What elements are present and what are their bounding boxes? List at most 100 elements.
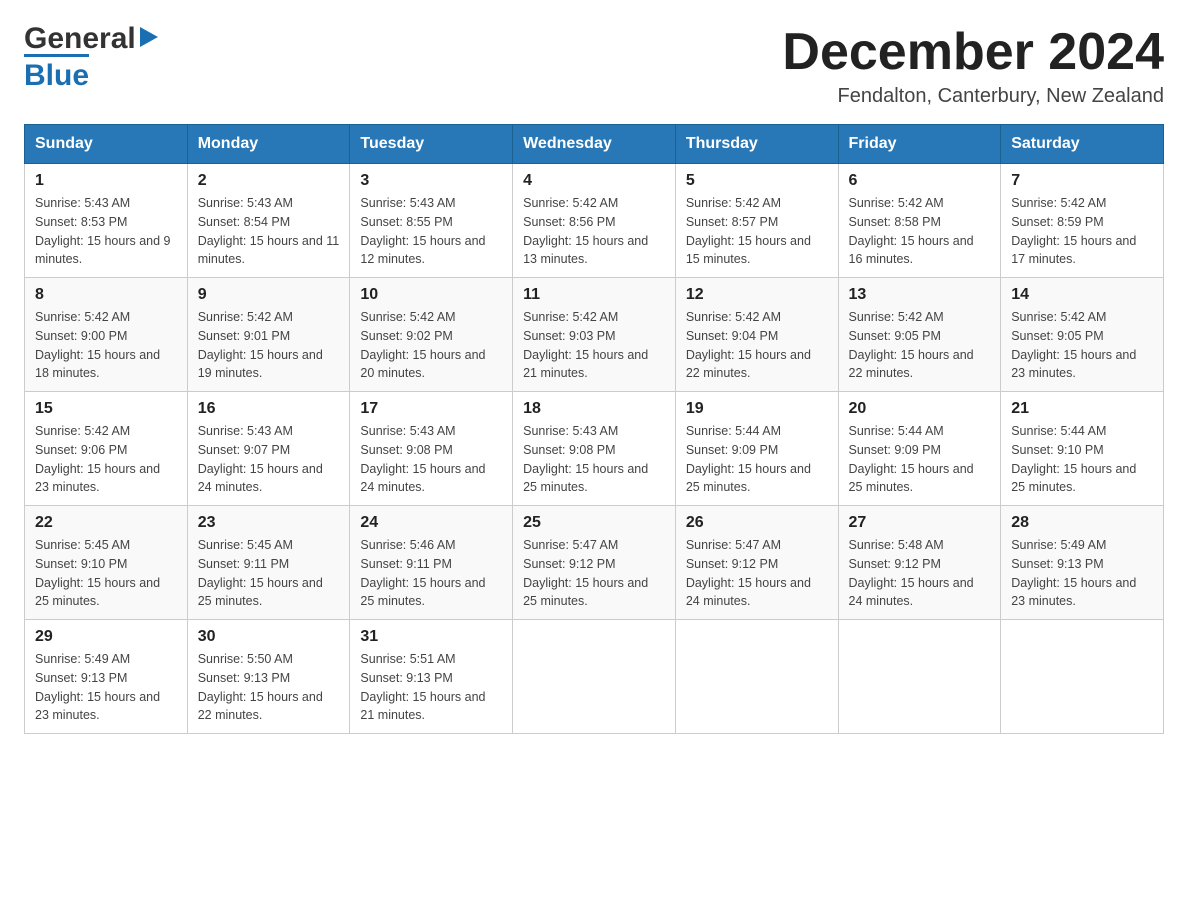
day-cell: 9 Sunrise: 5:42 AM Sunset: 9:01 PM Dayli… [187,278,350,392]
day-cell: 3 Sunrise: 5:43 AM Sunset: 8:55 PM Dayli… [350,164,513,278]
day-number: 18 [523,400,665,418]
day-cell: 17 Sunrise: 5:43 AM Sunset: 9:08 PM Dayl… [350,392,513,506]
day-number: 6 [849,172,991,190]
header-row: Sunday Monday Tuesday Wednesday Thursday… [25,125,1164,164]
day-cell [1001,620,1164,734]
day-cell [513,620,676,734]
day-number: 2 [198,172,340,190]
day-number: 15 [35,400,177,418]
col-tuesday: Tuesday [350,125,513,164]
day-number: 11 [523,286,665,304]
page-header: General Blue December 2024 Fendalton, Ca… [24,24,1164,108]
day-number: 3 [360,172,502,190]
day-cell [838,620,1001,734]
day-number: 19 [686,400,828,418]
week-row-2: 8 Sunrise: 5:42 AM Sunset: 9:00 PM Dayli… [25,278,1164,392]
day-number: 16 [198,400,340,418]
day-number: 23 [198,514,340,532]
col-thursday: Thursday [675,125,838,164]
day-cell: 29 Sunrise: 5:49 AM Sunset: 9:13 PM Dayl… [25,620,188,734]
day-detail: Sunrise: 5:45 AM Sunset: 9:11 PM Dayligh… [198,536,340,611]
logo-general: General [24,24,136,54]
col-friday: Friday [838,125,1001,164]
day-detail: Sunrise: 5:42 AM Sunset: 9:05 PM Dayligh… [849,308,991,383]
day-number: 10 [360,286,502,304]
day-detail: Sunrise: 5:43 AM Sunset: 9:08 PM Dayligh… [360,422,502,497]
day-detail: Sunrise: 5:49 AM Sunset: 9:13 PM Dayligh… [35,650,177,725]
title-block: December 2024 Fendalton, Canterbury, New… [782,24,1164,108]
logo-blue-row: Blue [24,54,89,93]
day-detail: Sunrise: 5:49 AM Sunset: 9:13 PM Dayligh… [1011,536,1153,611]
day-detail: Sunrise: 5:51 AM Sunset: 9:13 PM Dayligh… [360,650,502,725]
logo-arrow-icon [138,23,160,51]
day-cell: 6 Sunrise: 5:42 AM Sunset: 8:58 PM Dayli… [838,164,1001,278]
day-cell: 21 Sunrise: 5:44 AM Sunset: 9:10 PM Dayl… [1001,392,1164,506]
day-detail: Sunrise: 5:42 AM Sunset: 9:04 PM Dayligh… [686,308,828,383]
day-detail: Sunrise: 5:43 AM Sunset: 8:54 PM Dayligh… [198,194,340,269]
day-cell: 22 Sunrise: 5:45 AM Sunset: 9:10 PM Dayl… [25,506,188,620]
day-cell: 25 Sunrise: 5:47 AM Sunset: 9:12 PM Dayl… [513,506,676,620]
location: Fendalton, Canterbury, New Zealand [782,85,1164,108]
day-detail: Sunrise: 5:45 AM Sunset: 9:10 PM Dayligh… [35,536,177,611]
month-title: December 2024 [782,24,1164,81]
day-detail: Sunrise: 5:42 AM Sunset: 8:57 PM Dayligh… [686,194,828,269]
day-cell: 4 Sunrise: 5:42 AM Sunset: 8:56 PM Dayli… [513,164,676,278]
day-cell: 13 Sunrise: 5:42 AM Sunset: 9:05 PM Dayl… [838,278,1001,392]
week-row-5: 29 Sunrise: 5:49 AM Sunset: 9:13 PM Dayl… [25,620,1164,734]
day-cell: 5 Sunrise: 5:42 AM Sunset: 8:57 PM Dayli… [675,164,838,278]
day-number: 9 [198,286,340,304]
day-number: 26 [686,514,828,532]
day-cell: 28 Sunrise: 5:49 AM Sunset: 9:13 PM Dayl… [1001,506,1164,620]
day-cell: 1 Sunrise: 5:43 AM Sunset: 8:53 PM Dayli… [25,164,188,278]
day-detail: Sunrise: 5:46 AM Sunset: 9:11 PM Dayligh… [360,536,502,611]
day-detail: Sunrise: 5:50 AM Sunset: 9:13 PM Dayligh… [198,650,340,725]
day-number: 22 [35,514,177,532]
day-cell: 11 Sunrise: 5:42 AM Sunset: 9:03 PM Dayl… [513,278,676,392]
day-number: 1 [35,172,177,190]
day-number: 5 [686,172,828,190]
day-cell: 26 Sunrise: 5:47 AM Sunset: 9:12 PM Dayl… [675,506,838,620]
day-number: 24 [360,514,502,532]
col-wednesday: Wednesday [513,125,676,164]
day-number: 17 [360,400,502,418]
day-cell: 30 Sunrise: 5:50 AM Sunset: 9:13 PM Dayl… [187,620,350,734]
day-detail: Sunrise: 5:42 AM Sunset: 9:05 PM Dayligh… [1011,308,1153,383]
day-detail: Sunrise: 5:43 AM Sunset: 9:07 PM Dayligh… [198,422,340,497]
day-cell: 2 Sunrise: 5:43 AM Sunset: 8:54 PM Dayli… [187,164,350,278]
day-cell: 16 Sunrise: 5:43 AM Sunset: 9:07 PM Dayl… [187,392,350,506]
day-cell: 7 Sunrise: 5:42 AM Sunset: 8:59 PM Dayli… [1001,164,1164,278]
day-cell: 27 Sunrise: 5:48 AM Sunset: 9:12 PM Dayl… [838,506,1001,620]
day-detail: Sunrise: 5:42 AM Sunset: 8:56 PM Dayligh… [523,194,665,269]
day-number: 4 [523,172,665,190]
day-number: 8 [35,286,177,304]
day-cell: 19 Sunrise: 5:44 AM Sunset: 9:09 PM Dayl… [675,392,838,506]
day-detail: Sunrise: 5:42 AM Sunset: 8:59 PM Dayligh… [1011,194,1153,269]
day-cell: 14 Sunrise: 5:42 AM Sunset: 9:05 PM Dayl… [1001,278,1164,392]
day-number: 27 [849,514,991,532]
day-number: 29 [35,628,177,646]
day-detail: Sunrise: 5:42 AM Sunset: 9:02 PM Dayligh… [360,308,502,383]
week-row-1: 1 Sunrise: 5:43 AM Sunset: 8:53 PM Dayli… [25,164,1164,278]
day-detail: Sunrise: 5:42 AM Sunset: 9:06 PM Dayligh… [35,422,177,497]
day-cell: 12 Sunrise: 5:42 AM Sunset: 9:04 PM Dayl… [675,278,838,392]
logo-row: General [24,24,160,54]
day-cell: 18 Sunrise: 5:43 AM Sunset: 9:08 PM Dayl… [513,392,676,506]
day-cell: 8 Sunrise: 5:42 AM Sunset: 9:00 PM Dayli… [25,278,188,392]
day-detail: Sunrise: 5:44 AM Sunset: 9:09 PM Dayligh… [686,422,828,497]
day-detail: Sunrise: 5:47 AM Sunset: 9:12 PM Dayligh… [686,536,828,611]
day-detail: Sunrise: 5:48 AM Sunset: 9:12 PM Dayligh… [849,536,991,611]
day-number: 7 [1011,172,1153,190]
day-cell: 23 Sunrise: 5:45 AM Sunset: 9:11 PM Dayl… [187,506,350,620]
calendar-header: Sunday Monday Tuesday Wednesday Thursday… [25,125,1164,164]
day-number: 20 [849,400,991,418]
day-cell: 31 Sunrise: 5:51 AM Sunset: 9:13 PM Dayl… [350,620,513,734]
day-detail: Sunrise: 5:42 AM Sunset: 9:01 PM Dayligh… [198,308,340,383]
day-number: 14 [1011,286,1153,304]
day-number: 12 [686,286,828,304]
logo-blue: Blue [24,59,89,93]
day-number: 28 [1011,514,1153,532]
calendar-body: 1 Sunrise: 5:43 AM Sunset: 8:53 PM Dayli… [25,164,1164,734]
day-detail: Sunrise: 5:42 AM Sunset: 8:58 PM Dayligh… [849,194,991,269]
week-row-3: 15 Sunrise: 5:42 AM Sunset: 9:06 PM Dayl… [25,392,1164,506]
day-number: 25 [523,514,665,532]
